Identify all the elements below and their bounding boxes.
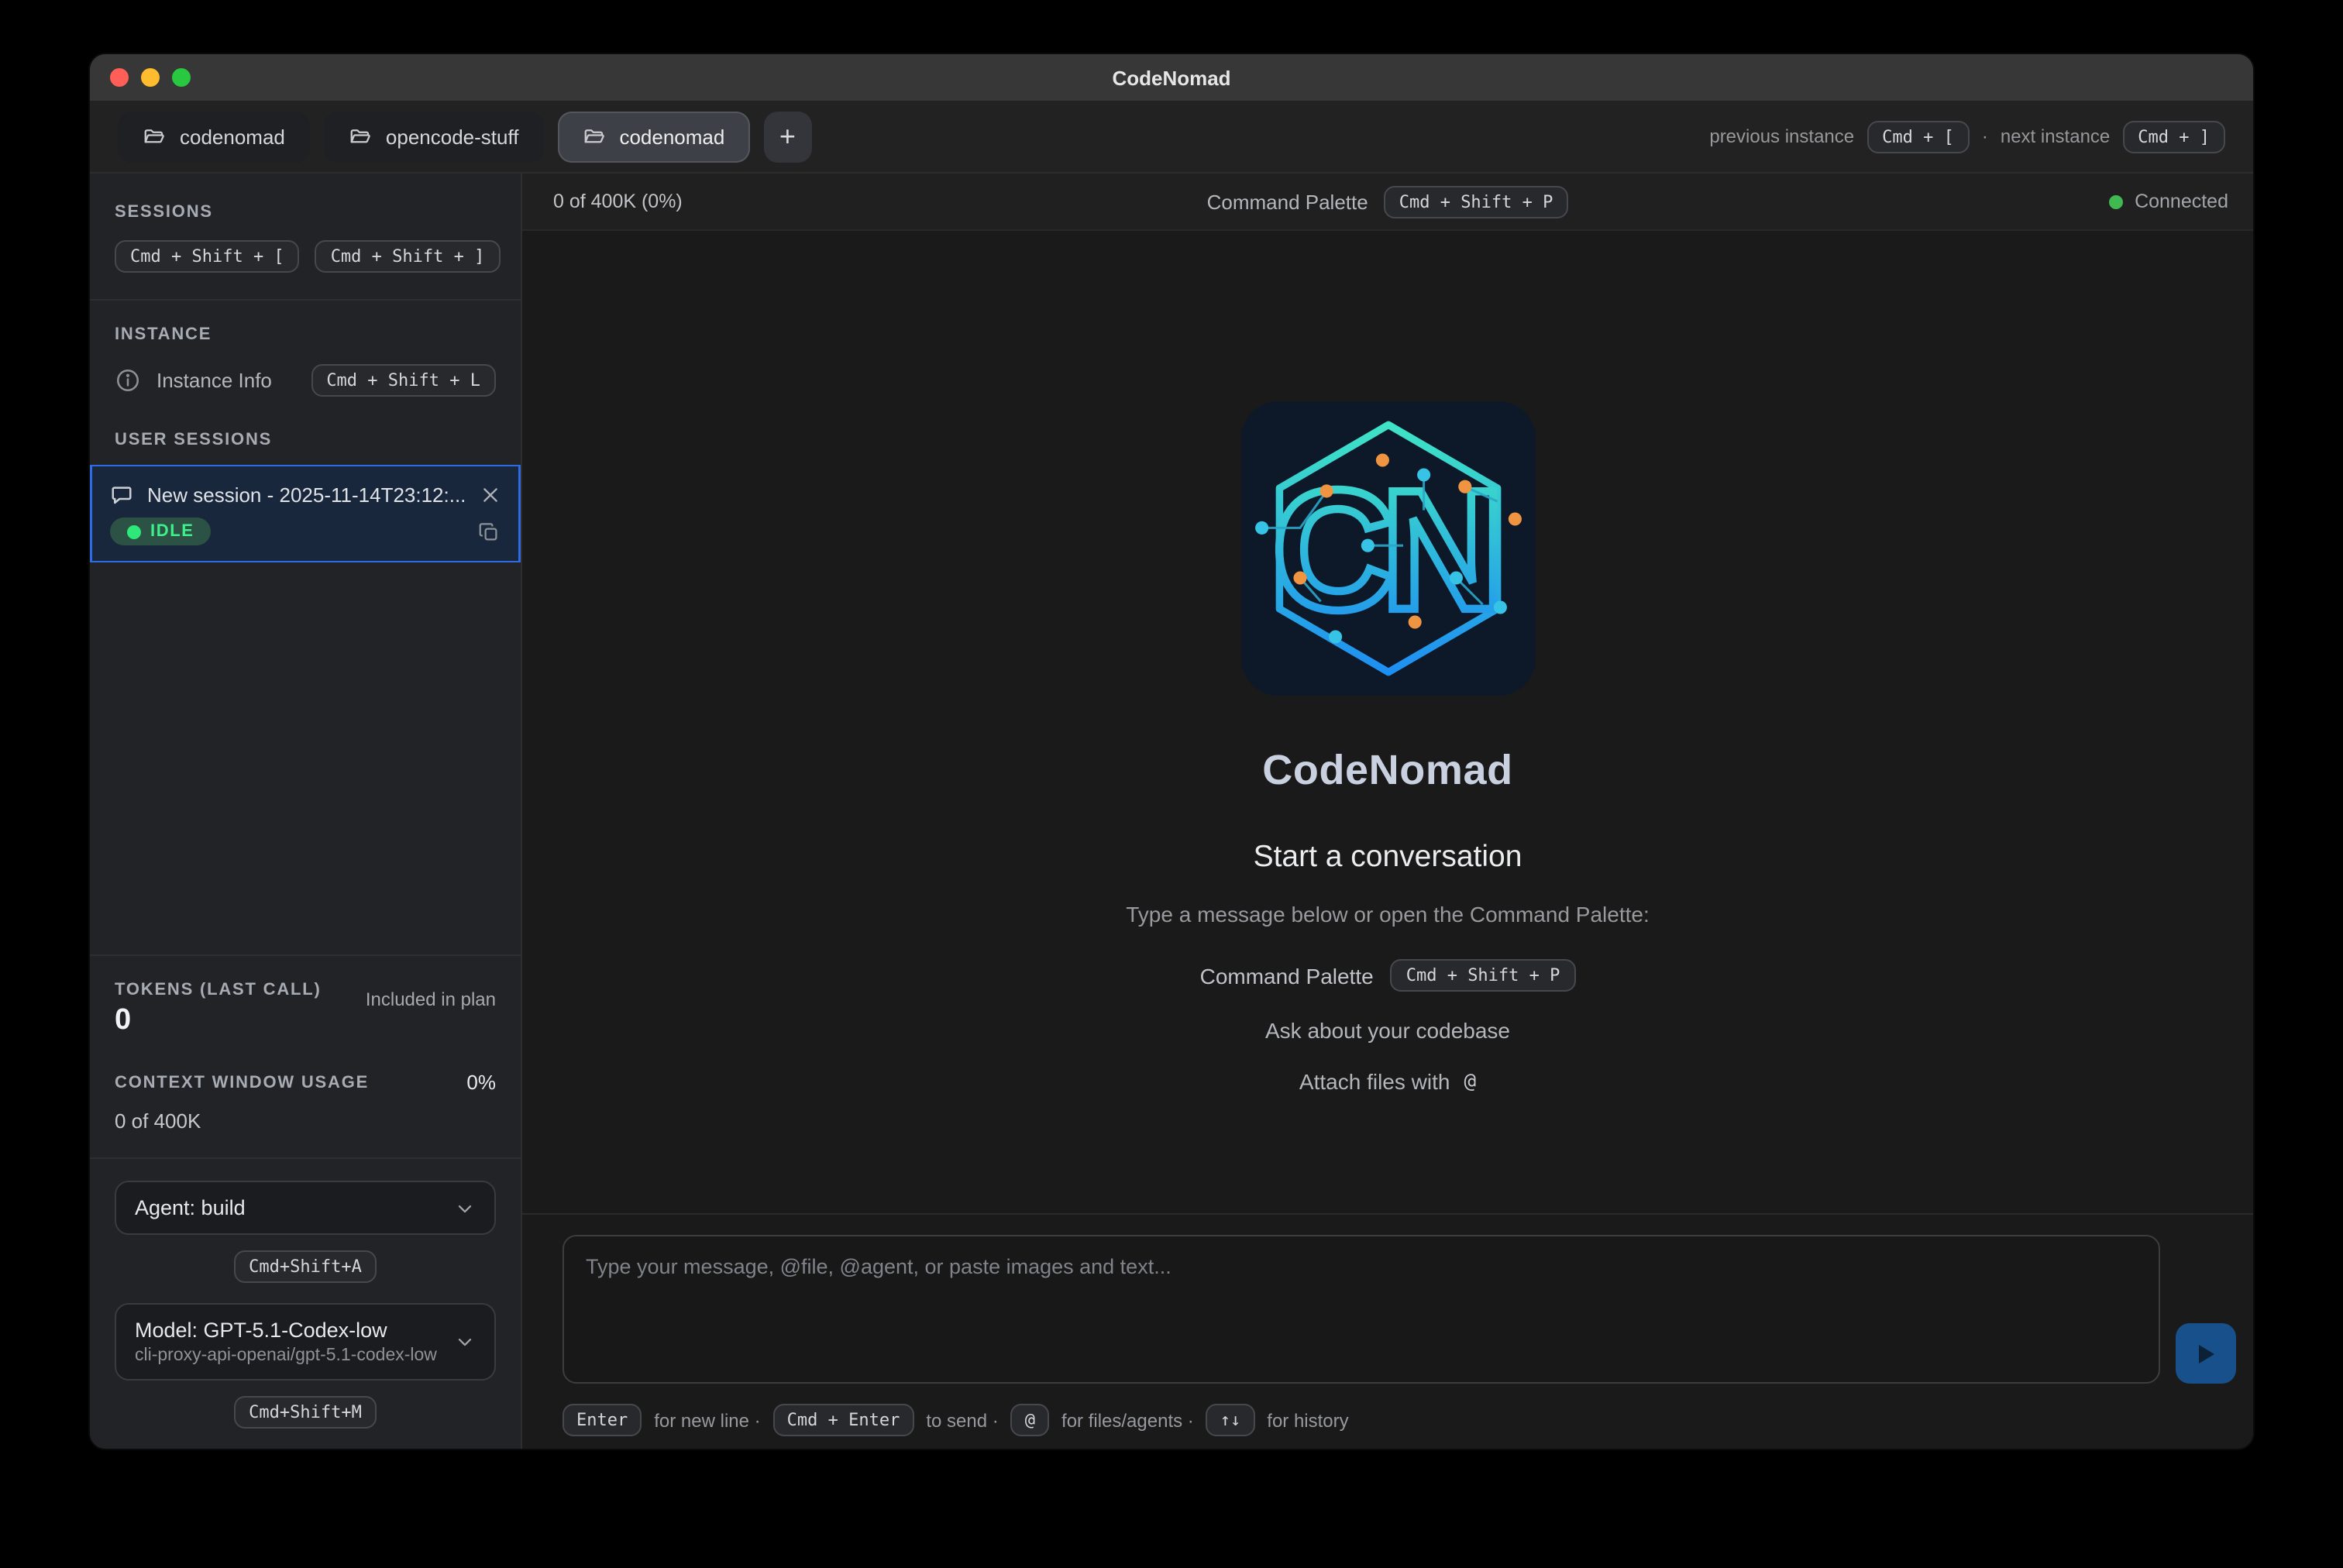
main-header: 0 of 400K (0%) Command Palette Cmd + Shi… — [522, 174, 2253, 231]
context-usage-indicator: 0 of 400K (0%) — [553, 191, 683, 212]
tokens-header: TOKENS (LAST CALL) — [115, 981, 322, 999]
tab-opencode-stuff[interactable]: opencode-stuff — [324, 111, 544, 162]
at-symbol: @ — [1464, 1070, 1476, 1093]
instance-header: INSTANCE — [115, 325, 496, 344]
instance-info-label: Instance Info — [157, 369, 311, 392]
context-usage-header: CONTEXT WINDOW USAGE — [115, 1073, 369, 1092]
tab-label: codenomad — [619, 125, 724, 148]
empty-state: C N — [522, 231, 2253, 1213]
agent-select-label: Agent: build — [135, 1196, 442, 1219]
copy-icon[interactable] — [477, 520, 501, 543]
previous-instance-label: previous instance — [1709, 126, 1854, 147]
folder-icon — [349, 125, 372, 148]
command-palette-kbd[interactable]: Cmd + Shift + P — [1384, 185, 1569, 218]
agent-kbd[interactable]: Cmd+Shift+A — [233, 1250, 377, 1283]
tab-strip: codenomad opencode-stuff codenomad + pre… — [90, 101, 2253, 174]
composer-hints: Enter for new line · Cmd + Enter to send… — [563, 1404, 2236, 1436]
main-panel: 0 of 400K (0%) Command Palette Cmd + Shi… — [522, 174, 2253, 1449]
start-conversation-subheading: Type a message below or open the Command… — [1126, 902, 1650, 927]
session-list-empty-space — [90, 562, 521, 954]
cmd-enter-kbd: Cmd + Enter — [773, 1404, 914, 1436]
chevron-down-icon — [454, 1331, 476, 1353]
tip-codebase: Ask about your codebase — [1265, 1018, 1510, 1043]
context-usage-detail: 0 of 400K — [115, 1109, 496, 1157]
model-select[interactable]: Model: GPT-5.1-Codex-low cli-proxy-api-o… — [115, 1303, 496, 1381]
sessions-header: SESSIONS — [115, 203, 496, 222]
close-session-icon[interactable] — [480, 485, 501, 505]
sidebar: SESSIONS Cmd + Shift + [ Cmd + Shift + ]… — [90, 174, 522, 1449]
agent-select[interactable]: Agent: build — [115, 1181, 496, 1235]
start-conversation-heading: Start a conversation — [1254, 840, 1522, 875]
user-sessions-header: USER SESSIONS — [115, 431, 496, 449]
tokens-value: 0 — [115, 1004, 322, 1038]
history-arrows-kbd: ↑↓ — [1206, 1404, 1255, 1436]
hint-text: for new line · — [654, 1409, 760, 1431]
next-instance-kbd[interactable]: Cmd + ] — [2122, 120, 2225, 153]
context-usage-percent: 0% — [466, 1071, 496, 1094]
model-select-label: Model: GPT-5.1-Codex-low — [135, 1319, 442, 1342]
palette-tip-label: Command Palette — [1200, 963, 1374, 988]
folder-icon — [143, 125, 166, 148]
sessions-next-kbd[interactable]: Cmd + Shift + ] — [315, 240, 501, 273]
at-kbd: @ — [1011, 1404, 1049, 1436]
model-select-sublabel: cli-proxy-api-openai/gpt-5.1-codex-low — [135, 1346, 442, 1365]
palette-tip-kbd[interactable]: Cmd + Shift + P — [1391, 959, 1576, 992]
hint-text: for history — [1267, 1409, 1348, 1431]
play-icon — [2196, 1343, 2216, 1364]
svg-text:C: C — [1271, 454, 1395, 645]
app-window: CodeNomad codenomad opencode-stuff cod — [90, 54, 2253, 1449]
svg-text:N: N — [1381, 454, 1504, 645]
session-card[interactable]: New session - 2025-11-14T23:12:... IDLE — [90, 465, 521, 562]
chevron-down-icon — [454, 1197, 476, 1219]
tab-codenomad-1[interactable]: codenomad — [118, 111, 310, 162]
instance-nav-separator: · — [1982, 126, 1988, 147]
message-input[interactable] — [563, 1235, 2160, 1384]
tip-attach-text: Attach files with — [1299, 1069, 1450, 1094]
app-name-title: CodeNomad — [1262, 747, 1512, 795]
sessions-prev-kbd[interactable]: Cmd + Shift + [ — [115, 240, 300, 273]
hint-text: to send · — [926, 1409, 998, 1431]
session-title: New session - 2025-11-14T23:12:... — [147, 483, 466, 507]
tab-label: codenomad — [180, 125, 285, 148]
send-button[interactable] — [2176, 1323, 2236, 1384]
status-label: IDLE — [150, 522, 194, 541]
folder-icon — [582, 125, 605, 148]
model-kbd[interactable]: Cmd+Shift+M — [233, 1396, 377, 1429]
connection-status-dot-icon — [2108, 194, 2122, 208]
info-icon — [115, 367, 141, 394]
command-palette-label: Command Palette — [1207, 190, 1368, 213]
add-tab-button[interactable]: + — [763, 111, 811, 162]
tab-label: opencode-stuff — [386, 125, 519, 148]
tip-attach: Attach files with @ — [1299, 1069, 1476, 1094]
window-title: CodeNomad — [90, 66, 2253, 89]
connection-status-label: Connected — [2135, 191, 2228, 212]
instance-nav: previous instance Cmd + [ · next instanc… — [1709, 120, 2225, 153]
composer: Enter for new line · Cmd + Enter to send… — [522, 1213, 2253, 1449]
instance-info-kbd[interactable]: Cmd + Shift + L — [311, 364, 496, 397]
hint-text: for files/agents · — [1061, 1409, 1194, 1431]
next-instance-label: next instance — [2001, 126, 2110, 147]
enter-kbd: Enter — [563, 1404, 642, 1436]
plan-note: Included in plan — [366, 989, 496, 1010]
codenomad-logo: C N — [1240, 401, 1535, 696]
chat-bubble-icon — [110, 483, 133, 507]
previous-instance-kbd[interactable]: Cmd + [ — [1866, 120, 1970, 153]
status-dot-icon — [127, 524, 141, 538]
desktop: CodeNomad codenomad opencode-stuff cod — [0, 0, 2343, 1568]
status-badge: IDLE — [110, 518, 212, 545]
tab-codenomad-2-active[interactable]: codenomad — [557, 111, 749, 162]
instance-info-row[interactable]: Instance Info Cmd + Shift + L — [115, 364, 496, 397]
titlebar: CodeNomad — [90, 54, 2253, 101]
